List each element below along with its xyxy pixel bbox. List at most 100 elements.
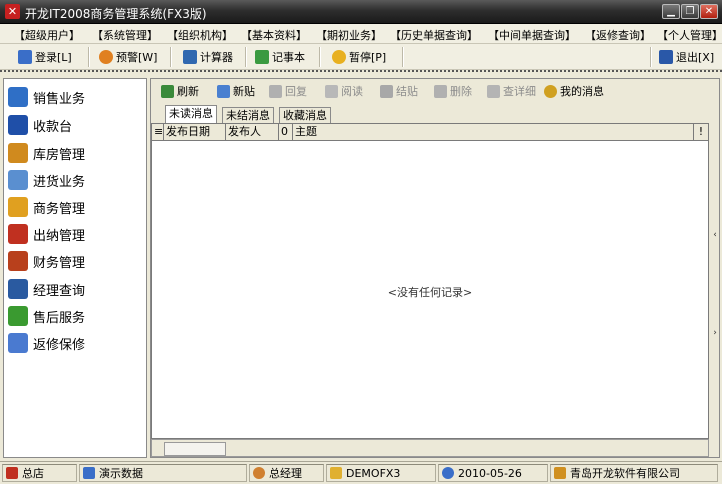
delete-button[interactable]: 删除 [434,83,472,99]
menu-personal[interactable]: 【个人管理】 [657,27,722,43]
sidebar-item-business[interactable]: 商务管理 [8,195,85,219]
after-sales-icon [8,306,28,326]
sidebar-item-cashier[interactable]: 收款台 [8,113,72,137]
menu-system-admin[interactable]: 【系统管理】 [92,27,158,43]
column-important[interactable]: ! [694,124,708,140]
clock-icon [442,467,454,479]
home-icon [6,467,18,479]
monitor-icon [83,467,95,479]
tab-unresolved[interactable]: 未结消息 [222,107,274,124]
menu-super-user[interactable]: 【超级用户】 [14,27,80,43]
refresh-button[interactable]: 刷新 [161,83,199,99]
exit-door-icon [659,50,673,64]
status-database: DEMOFX3 [326,464,436,482]
magnifier-icon [544,84,557,98]
column-publisher[interactable]: 发布人 [226,124,279,140]
empty-message: <没有任何记录> [387,286,473,299]
status-dataset: 演示数据 [79,464,247,482]
grid-header: ≡ 发布日期 发布人 0 主题 ! [152,124,708,141]
splitter[interactable] [0,70,722,76]
minimize-button[interactable]: ▁ [662,4,680,19]
main-toolbar: 登录[L] 预警[W] 计算器 记事本 暂停[P] 退出[X] [0,44,722,70]
message-grid[interactable]: ≡ 发布日期 发布人 0 主题 ! <没有任何记录> [151,123,709,439]
calculator-icon [183,50,197,64]
menu-repair-query[interactable]: 【返修查询】 [585,27,651,43]
tab-favorites[interactable]: 收藏消息 [279,107,331,124]
business-icon [8,197,28,217]
view-detail-button[interactable]: 查详细 [487,83,536,99]
new-post-button[interactable]: 新贴 [217,83,255,99]
cashier-icon [8,115,28,135]
database-icon [330,467,342,479]
calculator-button[interactable]: 计算器 [183,48,233,66]
refresh-icon [161,84,174,98]
status-bar: 总店 演示数据 总经理 DEMOFX3 2010-05-26 青岛开龙软件有限公… [0,461,722,484]
horizontal-scrollbar[interactable] [151,439,709,457]
sales-icon [8,87,28,107]
side-collapse-handle[interactable]: ‹ › [711,229,719,339]
lightbulb-icon [332,50,346,64]
menu-intermediate-query[interactable]: 【中间单据查询】 [488,27,576,43]
sidebar-item-after-sales[interactable]: 售后服务 [8,304,85,328]
status-company: 青岛开龙软件有限公司 [550,464,718,482]
pause-button[interactable]: 暂停[P] [332,48,386,66]
finance-icon [8,251,28,271]
view-detail-icon [487,84,500,98]
alarm-clock-icon [99,50,113,64]
close-topic-button[interactable]: 结贴 [380,83,418,99]
repair-icon [8,333,28,353]
menu-organization[interactable]: 【组织机构】 [167,27,233,43]
manager-query-icon [8,279,28,299]
read-button[interactable]: 阅读 [325,83,363,99]
sidebar-item-sales[interactable]: 销售业务 [8,85,85,109]
menu-opening-business[interactable]: 【期初业务】 [316,27,382,43]
pen-icon [554,467,566,479]
sidebar-item-finance[interactable]: 财务管理 [8,249,85,273]
login-icon [18,50,32,64]
menu-basic-data[interactable]: 【基本资料】 [241,27,307,43]
notepad-button[interactable]: 记事本 [255,48,305,66]
teller-icon [8,224,28,244]
sidebar-item-repair[interactable]: 返修保修 [8,331,85,355]
message-toolbar: 刷新 新贴 回复 阅读 结贴 删除 查详细 我的消息 [151,79,719,103]
menu-bar: 【超级用户】 【系统管理】 【组织机构】 【基本资料】 【期初业务】 【历史单据… [0,24,722,44]
delete-icon [434,84,447,98]
column-attachment[interactable]: 0 [279,124,293,140]
login-button[interactable]: 登录[L] [18,48,72,66]
restore-button[interactable]: ❐ [681,4,699,19]
notepad-icon [255,50,269,64]
exit-button[interactable]: 退出[X] [659,48,714,66]
reply-button[interactable]: 回复 [269,83,307,99]
sidebar-item-warehouse[interactable]: 库房管理 [8,141,85,165]
user-icon [253,467,265,479]
sidebar-item-purchase[interactable]: 进货业务 [8,168,85,192]
status-user: 总经理 [249,464,324,482]
alert-button[interactable]: 预警[W] [99,48,157,66]
sidebar-item-teller[interactable]: 出纳管理 [8,222,85,246]
column-subject[interactable]: 主题 [293,124,694,140]
my-messages-button[interactable]: 我的消息 [544,83,604,99]
title-bar: ✕ 开龙IT2008商务管理系统(FX3版) ▁ ❐ ✕ [0,0,722,24]
read-icon [325,84,338,98]
app-icon: ✕ [5,4,20,19]
new-document-icon [217,84,230,98]
message-tabs: 未读消息 未结消息 收藏消息 [151,105,719,124]
close-topic-icon [380,84,393,98]
message-panel: 刷新 新贴 回复 阅读 结贴 删除 查详细 我的消息 未读消息 未结消息 收藏消… [150,78,720,458]
module-sidebar: 销售业务 收款台 库房管理 进货业务 商务管理 出纳管理 财务管理 经理查询 售… [3,78,147,458]
close-button[interactable]: ✕ [700,4,718,19]
status-date: 2010-05-26 [438,464,548,482]
sidebar-item-manager-query[interactable]: 经理查询 [8,277,85,301]
window-title: 开龙IT2008商务管理系统(FX3版) [25,7,207,21]
column-publish-date[interactable]: 发布日期 [164,124,226,140]
warehouse-icon [8,143,28,163]
menu-history-query[interactable]: 【历史单据查询】 [390,27,478,43]
purchase-icon [8,170,28,190]
reply-icon [269,84,282,98]
scrollbar-thumb[interactable] [164,442,226,456]
row-indicator-icon: ≡ [154,124,164,140]
tab-unread[interactable]: 未读消息 [165,105,217,124]
chevron-right-icon[interactable]: › [711,327,719,339]
chevron-left-icon[interactable]: ‹ [711,229,719,241]
status-branch: 总店 [2,464,77,482]
